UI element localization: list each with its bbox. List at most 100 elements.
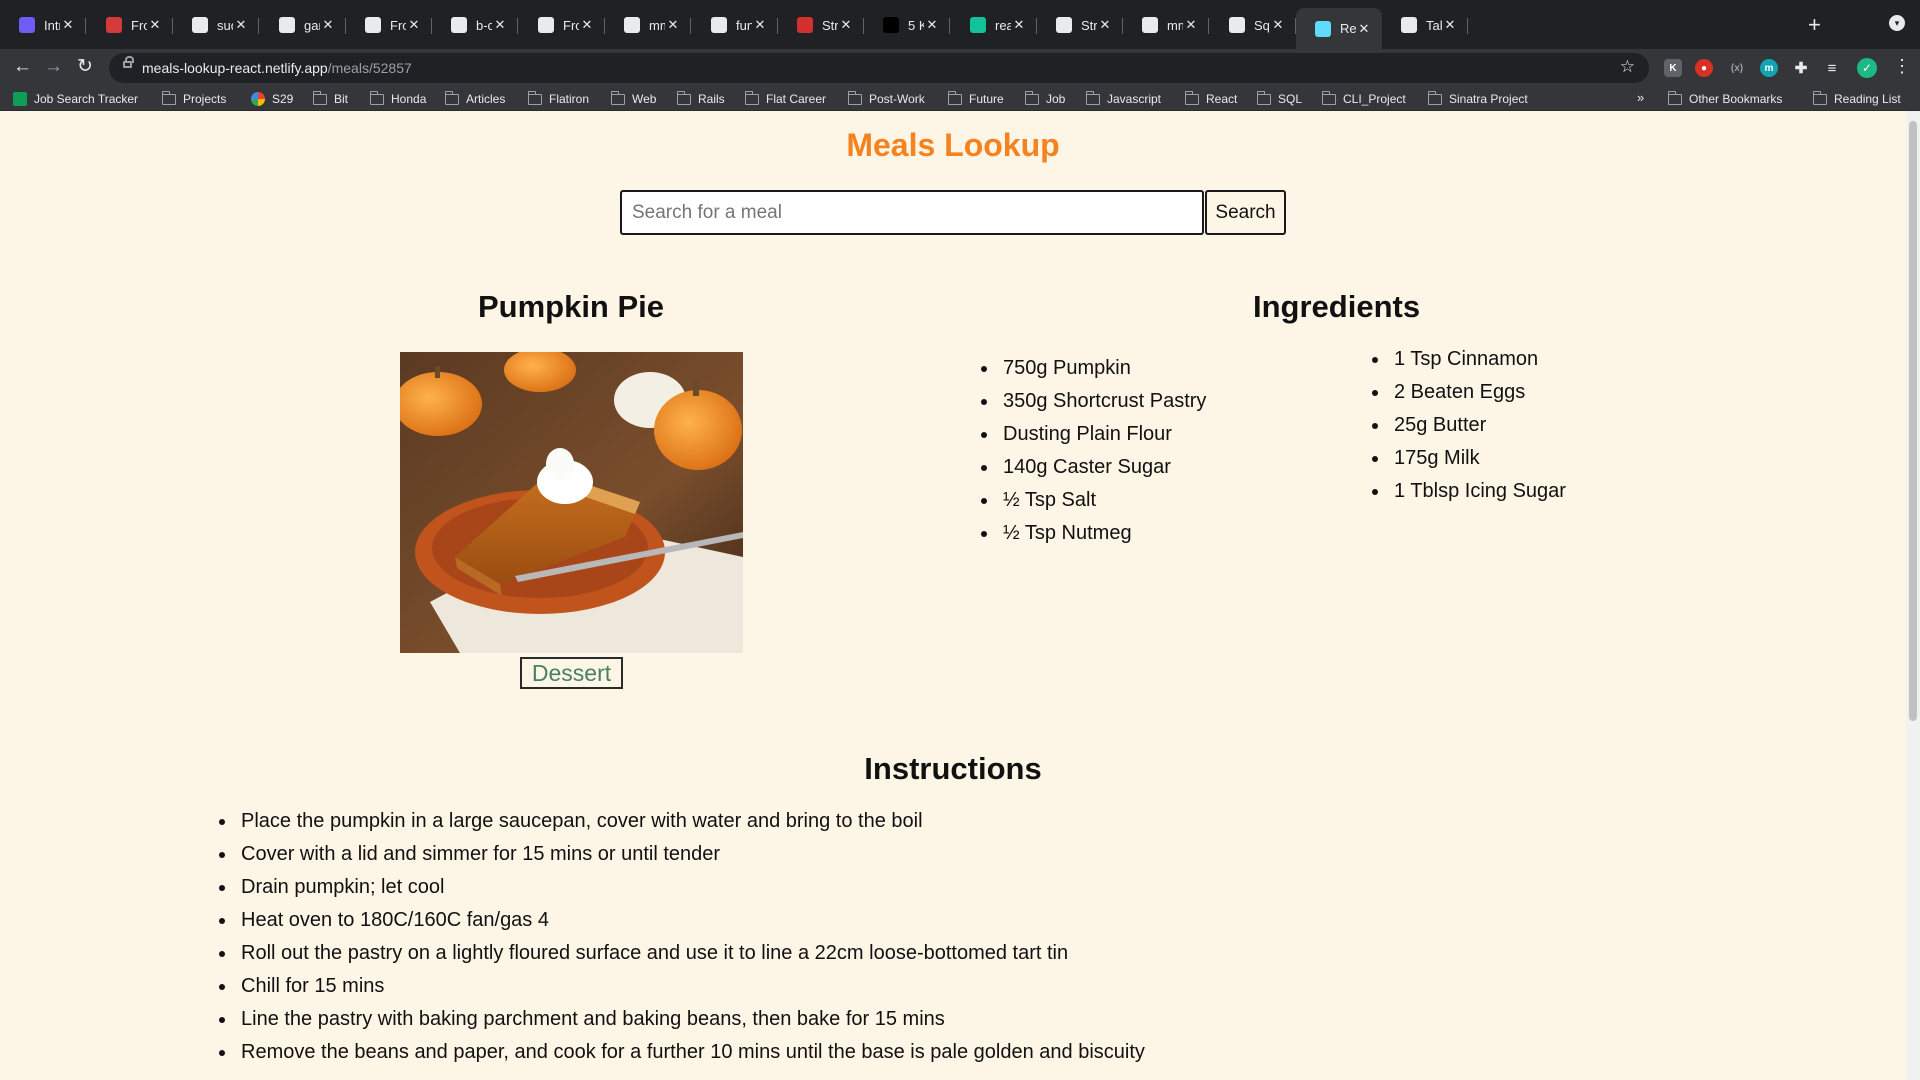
close-tab-icon[interactable]: ✕ <box>320 17 336 33</box>
search-button[interactable]: Search <box>1205 190 1286 235</box>
instruction-step: Drain pumpkin; let cool <box>219 871 1145 904</box>
bookmark-item[interactable]: CLI_Project <box>1321 90 1406 108</box>
close-tab-icon[interactable]: ✕ <box>1097 17 1113 33</box>
close-tab-icon[interactable]: ✕ <box>924 17 940 33</box>
bookmark-item[interactable]: Articles <box>444 90 505 108</box>
extension-brackets-icon[interactable]: (x) <box>1728 59 1746 77</box>
more-menu-icon[interactable]: ⋮ <box>1893 56 1911 77</box>
browser-tab[interactable]: mmtak✕ <box>1123 10 1209 40</box>
tab-title: Strata <box>822 17 838 33</box>
bookmark-label: Honda <box>391 92 427 106</box>
browser-tab[interactable]: React✕ <box>1296 8 1382 49</box>
github-icon <box>192 17 208 33</box>
tracker-icon <box>13 92 27 106</box>
close-tab-icon[interactable]: ✕ <box>1442 17 1458 33</box>
bookmarks-bar: » Other Bookmarks Reading List Job Searc… <box>0 87 1920 111</box>
instruction-step: Line the pastry with baking parchment an… <box>219 1003 1145 1036</box>
browser-tab[interactable]: readme✕ <box>951 10 1037 40</box>
tab-title: Front-e <box>390 17 406 33</box>
browser-tab[interactable]: Square✕ <box>1210 10 1296 40</box>
lock-icon[interactable] <box>123 56 134 68</box>
bookmark-star-icon[interactable]: ☆ <box>1620 57 1635 77</box>
profile-avatar[interactable]: ✓ <box>1857 58 1877 78</box>
bookmark-item[interactable]: Honda <box>369 90 427 108</box>
browser-tab[interactable]: fun me✕ <box>692 10 778 40</box>
reload-icon[interactable]: ↻ <box>77 57 93 77</box>
media-control-icon[interactable]: ≡ <box>1823 59 1841 77</box>
close-tab-icon[interactable]: ✕ <box>1356 21 1372 37</box>
reading-list-label: Reading List <box>1834 92 1901 106</box>
bookmark-item[interactable]: Projects <box>161 90 226 108</box>
extensions-puzzle-icon[interactable]: ✚ <box>1792 59 1810 77</box>
close-tab-icon[interactable]: ✕ <box>492 17 508 33</box>
devto-icon <box>19 17 35 33</box>
close-tab-icon[interactable]: ✕ <box>147 17 163 33</box>
browser-tab[interactable]: Strata✕ <box>778 10 864 40</box>
bookmark-item[interactable]: Web <box>610 90 656 108</box>
bookmark-item[interactable]: S29 <box>251 90 293 108</box>
tab-title: React <box>1340 21 1356 36</box>
close-tab-icon[interactable]: ✕ <box>838 17 854 33</box>
close-tab-icon[interactable]: ✕ <box>752 17 768 33</box>
bookmark-item[interactable]: Job <box>1024 90 1065 108</box>
bookmark-item[interactable]: Javascript <box>1085 90 1161 108</box>
tab-search-icon[interactable]: ▾ <box>1889 15 1905 31</box>
grammarly-icon <box>1229 17 1245 33</box>
ingredients-title: Ingredients <box>1253 289 1421 324</box>
bookmark-item[interactable]: SQL <box>1256 90 1302 108</box>
browser-tab[interactable]: Front-e✕ <box>87 10 173 40</box>
browser-tab[interactable]: Fronter✕ <box>519 10 605 40</box>
folder-icon <box>1667 90 1682 105</box>
folder-icon <box>369 90 384 105</box>
close-tab-icon[interactable]: ✕ <box>1270 17 1286 33</box>
bookmark-item[interactable]: Flatiron <box>527 90 589 108</box>
bookmark-item[interactable]: Sinatra Project <box>1427 90 1528 108</box>
bookmark-label: Sinatra Project <box>1449 92 1528 106</box>
browser-tab[interactable]: sudhee✕ <box>173 10 259 40</box>
new-tab-button[interactable]: + <box>1808 12 1821 38</box>
browser-tab[interactable]: Strata✕ <box>1037 10 1123 40</box>
tab-title: mmtak <box>1167 17 1183 33</box>
page-scrollbar[interactable] <box>1906 111 1920 1080</box>
bookmark-item[interactable]: Job Search Tracker <box>13 90 138 108</box>
scrollbar-thumb[interactable] <box>1909 121 1917 721</box>
bookmark-item[interactable]: Bit <box>312 90 349 108</box>
more-bookmarks-chevron-icon[interactable]: » <box>1637 90 1644 105</box>
browser-tab[interactable]: b-chan✕ <box>432 10 518 40</box>
bookmark-label: S29 <box>272 92 294 106</box>
back-arrow-icon[interactable]: ← <box>13 57 32 77</box>
close-tab-icon[interactable]: ✕ <box>233 17 249 33</box>
bookmark-item[interactable]: Future <box>947 90 1004 108</box>
browser-tab[interactable]: Take a✕ <box>1382 10 1468 40</box>
url-text[interactable]: meals-lookup-react.netlify.app/meals/528… <box>142 60 412 76</box>
instructions-title: Instructions <box>864 751 1042 786</box>
bookmark-item[interactable]: Post-Work <box>847 90 925 108</box>
search-input[interactable] <box>620 190 1204 235</box>
close-tab-icon[interactable]: ✕ <box>1011 17 1027 33</box>
close-tab-icon[interactable]: ✕ <box>579 17 595 33</box>
address-bar[interactable]: meals-lookup-react.netlify.app/meals/528… <box>109 53 1649 83</box>
other-bookmarks-link[interactable]: Other Bookmarks <box>1667 90 1782 108</box>
bookmark-label: Bit <box>334 92 349 106</box>
browser-tab[interactable]: 5 Key L✕ <box>864 10 950 40</box>
ingredient-item: Dusting Plain Flour <box>981 418 1206 451</box>
extension-k-icon[interactable]: K <box>1664 59 1682 77</box>
extension-red-icon[interactable]: ● <box>1695 59 1713 77</box>
browser-tab[interactable]: Introdu✕ <box>0 10 86 40</box>
bookmark-item[interactable]: React <box>1184 90 1237 108</box>
browser-tab[interactable]: gangqv✕ <box>260 10 346 40</box>
extension-m-icon[interactable]: m <box>1760 59 1778 77</box>
browser-tab[interactable]: mmtak✕ <box>605 10 691 40</box>
forward-arrow-icon[interactable]: → <box>44 57 63 77</box>
reading-list-link[interactable]: Reading List <box>1812 90 1901 108</box>
close-tab-icon[interactable]: ✕ <box>406 17 422 33</box>
bookmark-item[interactable]: Rails <box>676 90 725 108</box>
close-tab-icon[interactable]: ✕ <box>1183 17 1199 33</box>
close-tab-icon[interactable]: ✕ <box>60 17 76 33</box>
bookmark-item[interactable]: Flat Career <box>744 90 826 108</box>
folder-icon <box>1085 90 1100 105</box>
ingredient-item: 2 Beaten Eggs <box>1372 376 1566 409</box>
browser-tab[interactable]: Front-e✕ <box>346 10 432 40</box>
close-tab-icon[interactable]: ✕ <box>665 17 681 33</box>
tab-title: Front-e <box>131 17 147 33</box>
